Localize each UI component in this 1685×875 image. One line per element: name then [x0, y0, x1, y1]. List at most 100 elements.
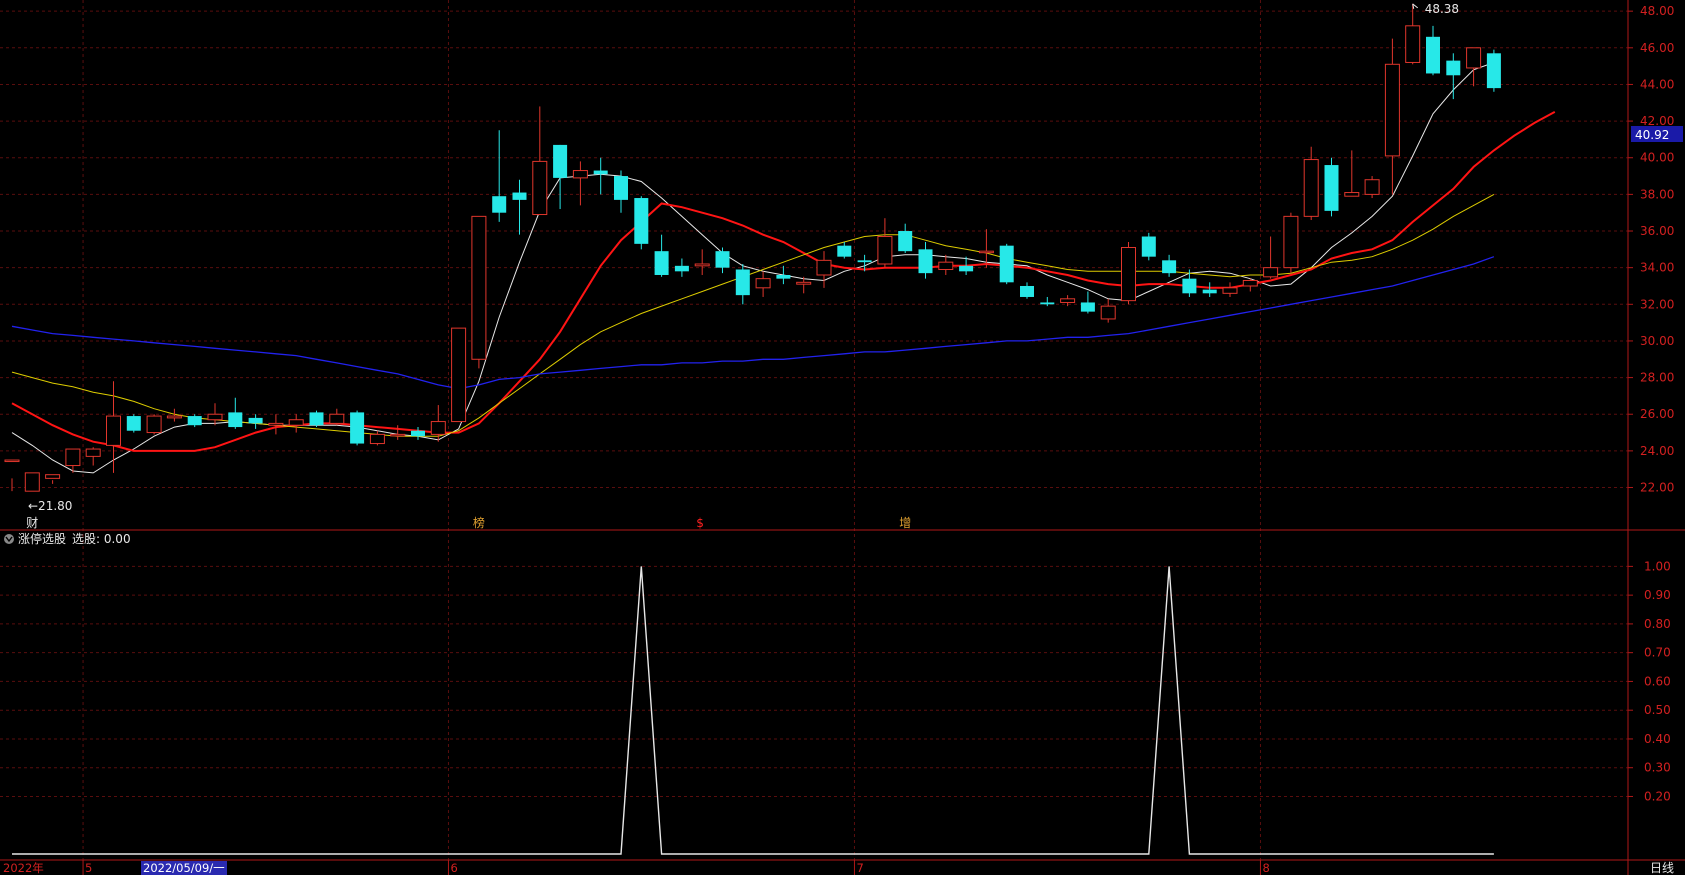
candle — [1283, 212, 1299, 274]
cursor-date-tag: 2022/05/09/一 — [141, 861, 227, 875]
candle-body-down — [1040, 302, 1055, 305]
y-tick-label: 24.00 — [1640, 444, 1674, 458]
candle-body-down — [715, 251, 730, 268]
candle-body-up — [1121, 247, 1136, 302]
candle-body-down — [918, 249, 933, 274]
candle — [126, 414, 141, 433]
candle-body-up — [1060, 298, 1076, 303]
candle-body-up — [978, 250, 994, 254]
candle-body-up — [451, 327, 467, 423]
indicator-param-label: 选股: 0.00 — [72, 532, 131, 546]
candle-body-down — [1324, 165, 1339, 211]
candle-body-up — [796, 281, 812, 285]
candle-body-up — [146, 415, 162, 434]
candle — [471, 215, 487, 369]
high-marker-label: 48.38 — [1425, 2, 1459, 16]
candle-body-down — [959, 265, 974, 272]
candle-body-down — [776, 274, 791, 279]
candle — [309, 410, 324, 428]
period-selector[interactable]: 日线 — [1650, 861, 1674, 875]
candle-body-down — [593, 170, 608, 175]
candle-body-up — [1263, 267, 1279, 278]
candle-body-down — [126, 416, 141, 431]
candle-body-down — [1141, 236, 1156, 257]
candle-body-down — [1020, 285, 1034, 297]
candle-body-up — [755, 278, 771, 289]
candle-body-up — [694, 263, 710, 267]
candle-body-down — [735, 269, 750, 296]
candle — [1486, 49, 1501, 92]
candle-body-down — [837, 245, 852, 257]
y-tick-label: 44.00 — [1640, 77, 1674, 91]
stock-chart[interactable]: 48.00 46.00 44.00 42.00 40.00 38.00 36.00 34.00… — [0, 0, 1685, 875]
candle-body-up — [1242, 279, 1258, 287]
event-marker: 增 — [899, 516, 911, 530]
y-tick-label: 48.00 — [1640, 4, 1674, 18]
candle-body-up — [1303, 159, 1319, 217]
candle — [24, 472, 40, 492]
current-price-label: 40.92 — [1635, 128, 1669, 142]
candle — [187, 414, 202, 428]
candle-body-down — [999, 245, 1014, 283]
x-tick-label: 8 — [1262, 861, 1269, 875]
candle-body-up — [106, 415, 121, 446]
candle-body-down — [512, 192, 527, 200]
indicator-y-tick-label: 0.50 — [1644, 703, 1671, 717]
indicator-y-tick-label: 0.80 — [1644, 617, 1671, 631]
candle — [1364, 176, 1380, 199]
candle-body-up — [938, 261, 954, 270]
candle-body-down — [553, 144, 568, 178]
event-marker: 财 — [26, 516, 38, 530]
candle-body-down — [654, 251, 669, 275]
candle-body-up — [1466, 47, 1482, 69]
candle — [1141, 232, 1156, 261]
y-tick-label: 22.00 — [1640, 481, 1674, 495]
y-tick-label: 28.00 — [1640, 371, 1674, 385]
indicator-y-tick-label: 0.90 — [1644, 588, 1671, 602]
candle-body-up — [85, 448, 101, 457]
candle-body-up — [166, 415, 182, 419]
candle — [451, 327, 467, 423]
chart-background — [0, 0, 1685, 875]
candle-body-up — [268, 422, 284, 426]
candle-body-down — [898, 231, 913, 252]
candle-body-up — [1222, 287, 1238, 294]
indicator-y-tick-label: 0.30 — [1644, 761, 1671, 775]
period-label: 日线 — [1650, 861, 1674, 875]
low-marker-label: ←21.80 — [28, 499, 72, 513]
y-tick-label: 38.00 — [1640, 187, 1674, 201]
candle-body-down — [350, 412, 365, 444]
candle-body-down — [228, 412, 243, 428]
candle-body-up — [1344, 192, 1360, 197]
candle-body-up — [532, 160, 548, 216]
candle-body-down — [1486, 53, 1501, 89]
candle-body-down — [1162, 260, 1177, 274]
y-tick-label: 36.00 — [1640, 224, 1674, 238]
candle-body-up — [1384, 63, 1400, 157]
y-tick-label: 32.00 — [1640, 297, 1674, 311]
candle-body-up — [207, 413, 223, 421]
indicator-y-tick-label: 0.60 — [1644, 674, 1671, 688]
candle-body-up — [45, 474, 61, 479]
candle — [1324, 157, 1339, 217]
candle-body-down — [1182, 278, 1197, 294]
x-tick-label: 7 — [856, 861, 863, 875]
indicator-y-tick-label: 1.00 — [1644, 559, 1671, 573]
candle-body-down — [1080, 302, 1095, 312]
candle-body-up — [329, 413, 345, 424]
candle-body-up — [390, 433, 406, 437]
indicator-y-tick-label: 0.20 — [1644, 789, 1671, 803]
candle-body-down — [857, 260, 872, 263]
y-tick-label: 26.00 — [1640, 407, 1674, 421]
indicator-y-tick-label: 0.40 — [1644, 732, 1671, 746]
y-tick-label: 34.00 — [1640, 261, 1674, 275]
current-price-tag: 40.92 — [1631, 126, 1683, 142]
candle — [999, 243, 1014, 285]
indicator-settings-icon[interactable] — [4, 534, 14, 544]
candle-body-down — [187, 416, 202, 426]
indicator-label: 涨停选股 — [18, 531, 66, 546]
candle — [146, 414, 162, 435]
candle-body-up — [1364, 179, 1380, 195]
candle-body-up — [369, 433, 385, 445]
x-tick-label: 5 — [85, 861, 92, 875]
